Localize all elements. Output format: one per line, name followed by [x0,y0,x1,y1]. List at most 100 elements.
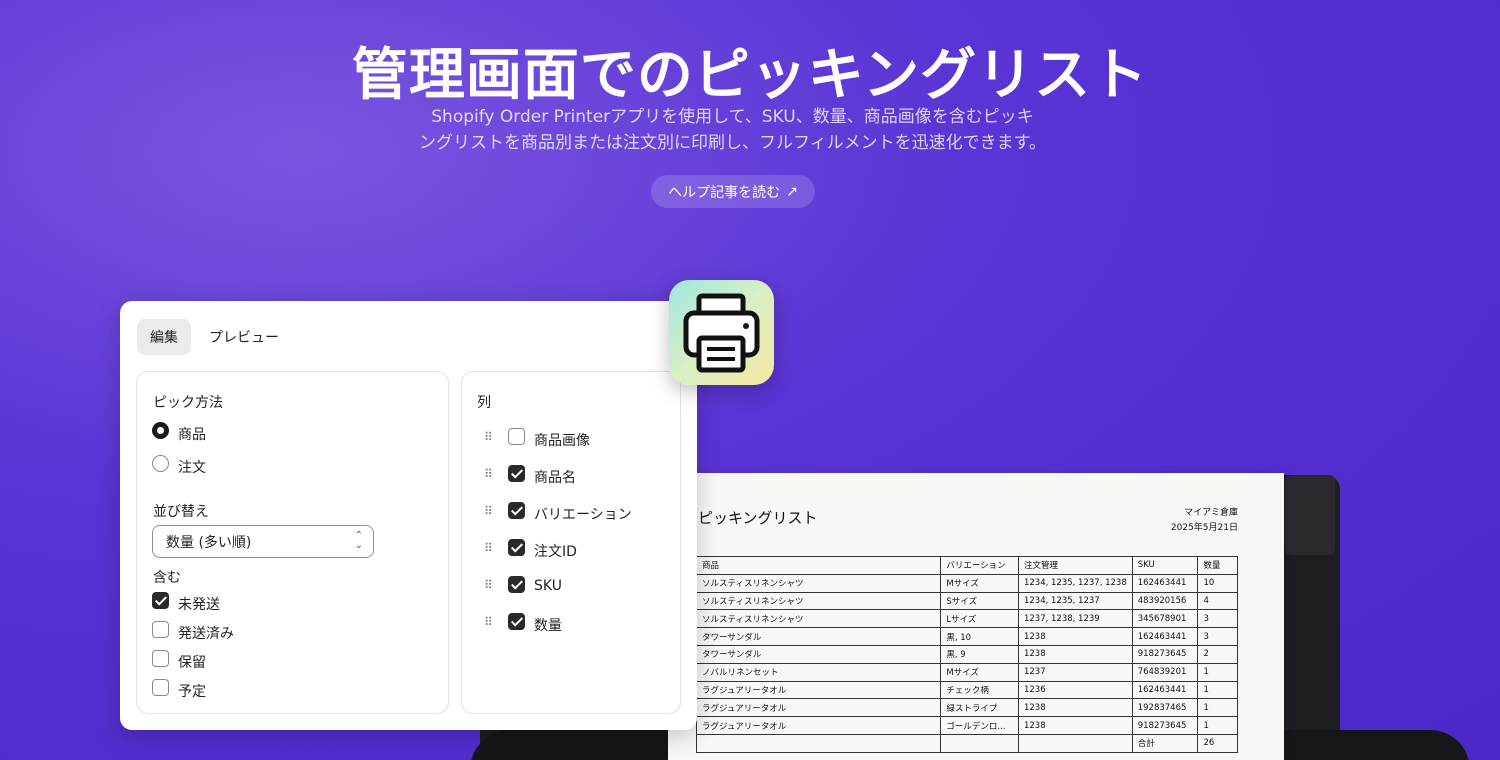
cell-sku: 192837465 [1131,698,1199,718]
checkbox-fulfilled[interactable] [152,621,169,638]
cell-orders: 1234, 1235, 1237, 1238 [1017,573,1133,593]
cell-product: ラグジュアリータオル [695,698,942,718]
printer-icon [683,293,760,373]
help-article-button[interactable]: ヘルプ記事を読む ↗ [651,175,815,208]
checkbox-column-sku[interactable] [508,576,525,593]
table-row: ラグジュアリータオル チェック柄 1236 162463441 1 [695,680,1238,700]
cell-variant: Lサイズ [940,609,1019,629]
cell-sku: 162463441 [1131,680,1199,700]
header-sku: SKU [1131,556,1199,575]
drag-handle-icon[interactable]: ⠿ [484,578,494,592]
sort-label: 並び替え [153,504,209,520]
checkbox-column-order-id[interactable] [508,539,525,556]
drag-handle-icon[interactable]: ⠿ [484,615,494,629]
cell-sku: 162463441 [1131,573,1199,593]
table-row: ラグジュアリータオル 緑ストライプ 1238 192837465 1 [695,698,1238,718]
cell-sku: 918273645 [1131,644,1199,664]
checkbox-on-hold-label: 保留 [178,655,206,671]
checkbox-unfulfilled[interactable] [152,592,169,609]
drag-handle-icon[interactable]: ⠿ [484,430,494,444]
cell-orders: 1238 [1017,698,1133,718]
cell-qty: 1 [1197,698,1238,718]
checkbox-column-image[interactable] [508,428,525,445]
tab-edit[interactable]: 編集 [137,319,191,355]
cell-sku: 918273645 [1131,716,1199,735]
page-title: 管理画面でのピッキングリスト [351,43,1149,108]
column-variant-label: バリエーション [534,507,632,523]
cell-orders: 1238 [1017,644,1133,664]
cell-variant: チェック柄 [940,680,1019,700]
cell-product: ノバルリネンセット [695,662,942,682]
header-qty: 数量 [1197,556,1238,575]
drag-handle-icon[interactable]: ⠿ [484,541,494,555]
header-variant: バリエーション [940,556,1019,575]
cell-variant: Sサイズ [940,591,1019,611]
tab-preview[interactable]: プレビュー [196,319,292,355]
drag-handle-icon[interactable]: ⠿ [484,467,494,481]
column-image-label: 商品画像 [534,433,590,449]
cell-qty: 10 [1197,573,1238,593]
cell-orders: 1238 [1017,627,1133,646]
cell-sku: 162463441 [1131,627,1199,646]
checkbox-column-name[interactable] [508,465,525,482]
cell-orders: 1237 [1017,662,1133,682]
cell-orders: 1234, 1235, 1237 [1017,591,1133,611]
cell-variant: ゴールデンロ... [940,716,1019,735]
radio-product-label: 商品 [178,427,206,443]
checkbox-on-hold[interactable] [152,650,169,667]
cell-qty: 3 [1197,609,1238,629]
column-quantity-label: 数量 [534,618,562,634]
sort-select[interactable]: 数量 (多い順) ⌃ ⌄ [152,525,374,558]
chevron-up-down-icon: ⌃ ⌄ [354,530,363,551]
cell-qty: 1 [1197,662,1238,682]
cell-product: タワーサンダル [695,644,942,664]
cell-orders: 1236 [1017,680,1133,700]
column-name-label: 商品名 [534,470,576,486]
picklist-table: 商品 バリエーション 注文管理 SKU 数量 ソルスティスリネンシャツ Mサイズ… [695,556,1238,753]
columns-panel: 列 ⠿ 商品画像 ⠿ 商品名 ⠿ バリエーション ⠿ 注文ID ⠿ SKU ⠿ … [461,371,681,714]
picklist-paper: ピッキングリスト マイアミ倉庫 2025年5月21日 商品 バリエーション 注文… [668,473,1284,760]
column-order-id-label: 注文ID [534,544,577,560]
cell-qty: 2 [1197,644,1238,664]
table-row: ソルスティスリネンシャツ Sサイズ 1234, 1235, 1237 48392… [695,591,1238,611]
cell-qty: 1 [1197,680,1238,700]
table-row: タワーサンダル 黒, 10 1238 162463441 3 [695,627,1238,646]
checkbox-column-variant[interactable] [508,502,525,519]
cell-variant: 黒, 9 [940,644,1019,664]
radio-order-label: 注文 [178,460,206,476]
cell-qty: 4 [1197,591,1238,611]
picklist-editor-card: 編集 プレビュー ピック方法 商品 注文 並び替え 数量 (多い順) ⌃ ⌄ 含む… [120,301,697,730]
table-total-row: 合計 26 [695,733,1238,753]
table-row: タワーサンダル 黒, 9 1238 918273645 2 [695,644,1238,664]
total-value: 26 [1197,733,1238,753]
cell-product: ソルスティスリネンシャツ [695,609,942,629]
cell-empty [1017,733,1133,753]
cell-product: ラグジュアリータオル [695,680,942,700]
cell-variant: Mサイズ [940,662,1019,682]
cell-variant: 緑ストライプ [940,698,1019,718]
cell-empty [695,733,942,753]
radio-order[interactable] [152,455,169,472]
checkbox-scheduled[interactable] [152,679,169,696]
settings-panel: ピック方法 商品 注文 並び替え 数量 (多い順) ⌃ ⌄ 含む 未発送 発送済み… [136,371,449,714]
checkbox-unfulfilled-label: 未発送 [178,597,220,613]
cell-variant: Mサイズ [940,573,1019,593]
radio-product[interactable] [152,422,169,439]
checkbox-column-quantity[interactable] [508,613,525,630]
cell-orders: 1237, 1238, 1239 [1017,609,1133,629]
include-label: 含む [153,570,181,586]
cell-variant: 黒, 10 [940,627,1019,646]
header-orders: 注文管理 [1017,556,1133,575]
subtitle-line-2: ングリストを商品別または注文別に印刷し、フルフィルメントを迅速化できます。 [419,133,1046,153]
printer-side-panel [1285,475,1335,555]
cell-sku: 483920156 [1131,591,1199,611]
sort-select-value: 数量 (多い順) [166,534,252,551]
cell-product: タワーサンダル [695,627,942,646]
table-row: ノバルリネンセット Mサイズ 1237 764839201 1 [695,662,1238,682]
drag-handle-icon[interactable]: ⠿ [484,504,494,518]
cell-product: ラグジュアリータオル [695,716,942,735]
cell-product: ソルスティスリネンシャツ [695,573,942,593]
page-subtitle: Shopify Order Printerアプリを使用して、SKU、数量、商品画… [400,104,1065,156]
help-article-label: ヘルプ記事を読む [668,184,781,201]
picklist-title: ピッキングリスト [698,509,818,527]
